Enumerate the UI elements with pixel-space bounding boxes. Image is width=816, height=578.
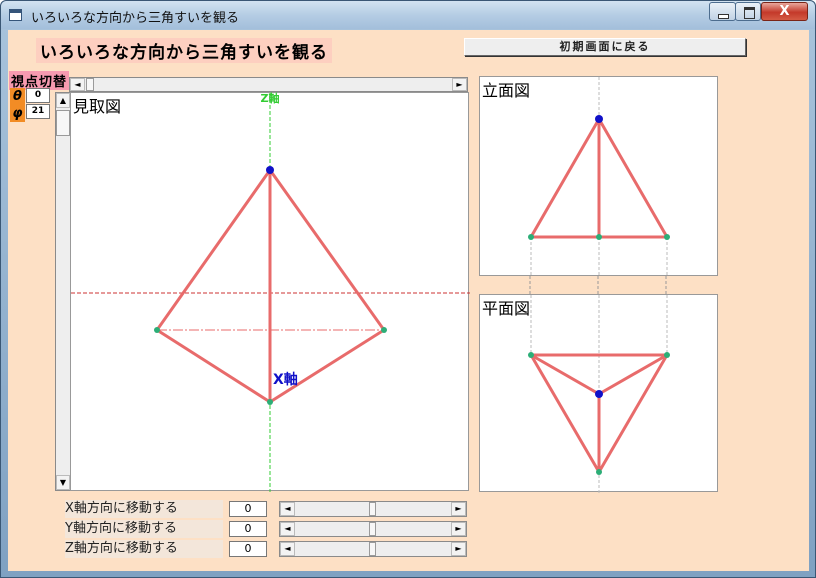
move-z-scrollbar[interactable]: ◄ ► [279,541,467,557]
close-button[interactable]: X [761,2,808,21]
scroll-left-icon[interactable]: ◄ [280,522,295,536]
apex-vertex [266,166,274,174]
theta-label: θ [10,88,25,105]
scroll-up-icon[interactable]: ▲ [56,93,70,108]
scroll-down-icon[interactable]: ▼ [56,475,70,490]
base-vertex [381,327,387,333]
move-y-scrollbar[interactable]: ◄ ► [279,521,467,537]
elevation-view: 立面図 [479,76,718,277]
scroll-right-icon[interactable]: ► [451,502,466,516]
base-vertex [154,327,160,333]
perspective-view: 見取図 Z軸 X軸 [70,91,470,492]
plan-view: 平面図 [479,294,718,493]
app-heading: いろいろな方向から三角すいを観る [36,38,332,63]
move-x-scrollbar[interactable]: ◄ ► [279,501,467,517]
edge [597,354,669,473]
theta-value[interactable]: 0 [26,88,50,103]
move-y-label: Y軸方向に移動する [65,520,223,538]
edge [529,354,601,473]
base-vertex [267,399,273,405]
move-y-thumb[interactable] [369,522,376,536]
base-vertex [528,234,534,240]
move-x-thumb[interactable] [369,502,376,516]
x-axis-label: X軸 [273,371,298,388]
apex-vertex [595,390,603,398]
apex-vertex [595,115,603,123]
base-vertex [596,234,602,240]
scroll-right-icon[interactable]: ► [451,522,466,536]
move-z-thumb[interactable] [369,542,376,556]
reset-button[interactable]: 初期画面に戻る [464,38,746,56]
client-area: いろいろな方向から三角すいを観る 初期画面に戻る 視点切替 θ 0 φ 21 ◄… [8,30,809,571]
base-vertex [664,352,670,358]
base-vertex [596,469,602,475]
edge [529,118,601,238]
move-z-label: Z軸方向に移動する [65,540,223,558]
base-vertex [664,234,670,240]
theta-scroll-thumb[interactable] [86,78,94,91]
phi-scroll-thumb[interactable] [56,110,70,136]
move-z-value[interactable]: 0 [229,541,267,557]
elevation-drawing [528,77,670,277]
phi-scrollbar[interactable]: ▲ ▼ [55,92,71,491]
edge [155,169,272,331]
app-window-icon [9,9,22,21]
window-title: いろいろな方向から三角すいを観る [31,11,240,26]
z-axis-label: Z軸 [261,91,280,105]
app-window: いろいろな方向から三角すいを観る X いろいろな方向から三角すいを観る 初期画面… [0,0,816,578]
scroll-left-icon[interactable]: ◄ [280,542,295,556]
edge [269,328,385,404]
move-x-value[interactable]: 0 [229,501,267,517]
perspective-drawing: Z軸 X軸 [71,91,470,492]
plan-drawing [528,295,670,493]
close-icon: X [779,4,790,19]
edge [156,328,271,404]
base-vertex [528,352,534,358]
minimize-button[interactable] [709,2,736,21]
title-bar[interactable]: いろいろな方向から三角すいを観る X [1,1,815,29]
scroll-right-icon[interactable]: ► [452,78,467,91]
edge [268,169,386,331]
edge [597,118,669,238]
phi-label: φ [10,105,25,122]
phi-value[interactable]: 21 [26,104,50,119]
scroll-left-icon[interactable]: ◄ [70,78,85,91]
scroll-right-icon[interactable]: ► [451,542,466,556]
move-y-value[interactable]: 0 [229,521,267,537]
scroll-left-icon[interactable]: ◄ [280,502,295,516]
maximize-button[interactable] [735,2,761,21]
move-x-label: X軸方向に移動する [65,500,223,518]
theta-scrollbar[interactable]: ◄ ► [69,77,468,92]
